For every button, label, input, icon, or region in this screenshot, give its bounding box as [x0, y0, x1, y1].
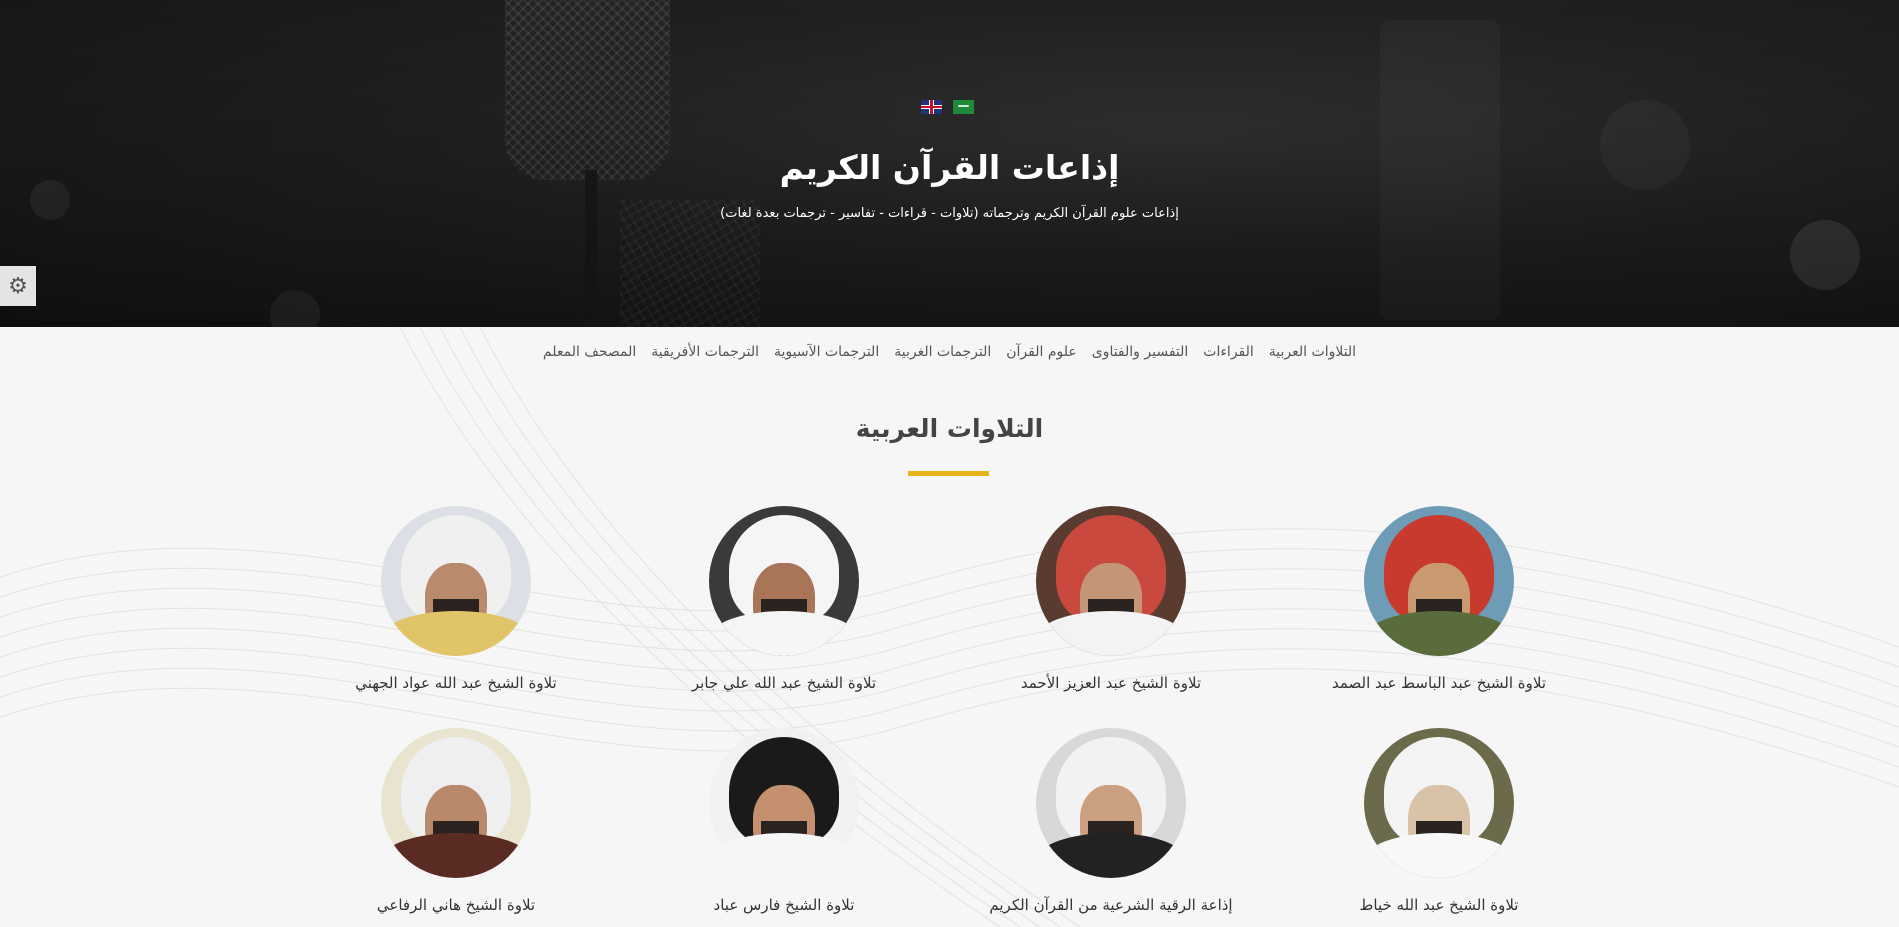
reciter-card[interactable]: تلاوة الشيخ عبد الله خياط [1289, 728, 1589, 914]
reciter-photo[interactable] [381, 728, 531, 878]
reciter-name[interactable]: تلاوة الشيخ هاني الرفاعي [306, 896, 606, 914]
reciter-name[interactable]: تلاوة الشيخ عبد الله خياط [1289, 896, 1589, 914]
nav-item-quran-sciences[interactable]: علوم القرآن [1006, 344, 1076, 360]
reciter-photo[interactable] [1364, 728, 1514, 878]
reciter-name[interactable]: تلاوة الشيخ عبد الله عواد الجهني [306, 674, 606, 692]
arabic-flag-icon[interactable] [953, 100, 974, 114]
page-subtitle: إذاعات علوم القرآن الكريم وترجماته (تلاو… [720, 206, 1179, 221]
nav-item-teaching-mushaf[interactable]: المصحف المعلم [543, 344, 636, 360]
hero-banner: إذاعات القرآن الكريم إذاعات علوم القرآن … [0, 0, 1899, 327]
language-switcher [921, 100, 974, 114]
reciter-name[interactable]: إذاعة الرقية الشرعية من القرآن الكريم [961, 896, 1261, 914]
reciter-card[interactable]: تلاوة الشيخ عبد الباسط عبد الصمد [1289, 506, 1589, 692]
reciter-card[interactable]: تلاوة الشيخ عبد الله عواد الجهني [306, 506, 606, 692]
gear-icon: ⚙ [8, 273, 28, 299]
reciter-photo[interactable] [709, 506, 859, 656]
reciter-photo[interactable] [1036, 506, 1186, 656]
reciter-card[interactable]: تلاوة الشيخ فارس عباد [634, 728, 934, 914]
reciter-photo[interactable] [381, 506, 531, 656]
nav-item-arabic-recitations[interactable]: التلاوات العربية [1269, 344, 1356, 360]
category-nav: التلاوات العربية القراءات التفسير والفتا… [0, 344, 1899, 360]
settings-button[interactable]: ⚙ [0, 266, 36, 306]
reciter-photo[interactable] [709, 728, 859, 878]
reciter-name[interactable]: تلاوة الشيخ عبد الباسط عبد الصمد [1289, 674, 1589, 692]
page-title: إذاعات القرآن الكريم [779, 148, 1120, 187]
nav-item-african-translations[interactable]: الترجمات الأفريقية [651, 344, 759, 360]
reciter-card[interactable]: تلاوة الشيخ عبد العزيز الأحمد [961, 506, 1261, 692]
reciter-photo[interactable] [1364, 506, 1514, 656]
section-title: التلاوات العربية [855, 414, 1044, 443]
reciter-card[interactable]: تلاوة الشيخ عبد الله علي جابر [634, 506, 934, 692]
reciter-photo[interactable] [1036, 728, 1186, 878]
reciter-card[interactable]: تلاوة الشيخ هاني الرفاعي [306, 728, 606, 914]
reciter-name[interactable]: تلاوة الشيخ فارس عباد [634, 896, 934, 914]
nav-item-tafsir-fatwas[interactable]: التفسير والفتاوى [1092, 344, 1189, 360]
nav-item-qiraat[interactable]: القراءات [1203, 344, 1254, 360]
nav-item-western-translations[interactable]: الترجمات الغربية [894, 344, 991, 360]
english-flag-icon[interactable] [921, 100, 942, 114]
reciter-name[interactable]: تلاوة الشيخ عبد الله علي جابر [634, 674, 934, 692]
reciter-name[interactable]: تلاوة الشيخ عبد العزيز الأحمد [961, 674, 1261, 692]
section-underline [908, 471, 989, 476]
reciter-card[interactable]: إذاعة الرقية الشرعية من القرآن الكريم [961, 728, 1261, 914]
nav-item-asian-translations[interactable]: الترجمات الآسيوية [774, 344, 879, 360]
